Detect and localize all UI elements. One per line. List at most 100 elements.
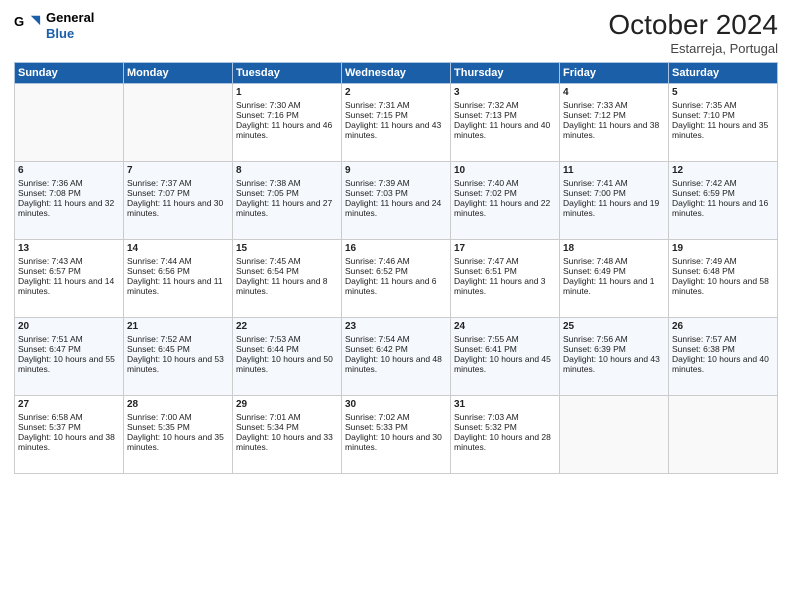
- sunset-text: Sunset: 6:39 PM: [563, 344, 665, 354]
- sunset-text: Sunset: 7:07 PM: [127, 188, 229, 198]
- sunset-text: Sunset: 7:12 PM: [563, 110, 665, 120]
- sunset-text: Sunset: 6:48 PM: [672, 266, 774, 276]
- day-number: 19: [672, 243, 774, 254]
- day-number: 22: [236, 321, 338, 332]
- daylight-text: Daylight: 11 hours and 22 minutes.: [454, 198, 556, 218]
- sunrise-text: Sunrise: 7:31 AM: [345, 100, 447, 110]
- day-number: 3: [454, 87, 556, 98]
- day-number: 4: [563, 87, 665, 98]
- sunset-text: Sunset: 6:54 PM: [236, 266, 338, 276]
- daylight-text: Daylight: 11 hours and 3 minutes.: [454, 276, 556, 296]
- col-wednesday: Wednesday: [342, 62, 451, 83]
- sunset-text: Sunset: 7:15 PM: [345, 110, 447, 120]
- calendar-cell: 1Sunrise: 7:30 AMSunset: 7:16 PMDaylight…: [233, 83, 342, 161]
- daylight-text: Daylight: 10 hours and 40 minutes.: [672, 354, 774, 374]
- calendar-cell: 8Sunrise: 7:38 AMSunset: 7:05 PMDaylight…: [233, 161, 342, 239]
- sunrise-text: Sunrise: 7:55 AM: [454, 334, 556, 344]
- calendar-cell: 5Sunrise: 7:35 AMSunset: 7:10 PMDaylight…: [669, 83, 778, 161]
- calendar-cell: 20Sunrise: 7:51 AMSunset: 6:47 PMDayligh…: [15, 317, 124, 395]
- day-number: 18: [563, 243, 665, 254]
- sunset-text: Sunset: 5:35 PM: [127, 422, 229, 432]
- daylight-text: Daylight: 10 hours and 50 minutes.: [236, 354, 338, 374]
- calendar-cell: 4Sunrise: 7:33 AMSunset: 7:12 PMDaylight…: [560, 83, 669, 161]
- header: G General Blue October 2024 Estarreja, P…: [14, 10, 778, 56]
- daylight-text: Daylight: 10 hours and 48 minutes.: [345, 354, 447, 374]
- col-friday: Friday: [560, 62, 669, 83]
- day-number: 8: [236, 165, 338, 176]
- calendar-cell: 16Sunrise: 7:46 AMSunset: 6:52 PMDayligh…: [342, 239, 451, 317]
- sunset-text: Sunset: 5:33 PM: [345, 422, 447, 432]
- day-number: 9: [345, 165, 447, 176]
- sunrise-text: Sunrise: 7:36 AM: [18, 178, 120, 188]
- calendar-cell: [124, 83, 233, 161]
- page: G General Blue October 2024 Estarreja, P…: [0, 0, 792, 612]
- calendar-cell: 15Sunrise: 7:45 AMSunset: 6:54 PMDayligh…: [233, 239, 342, 317]
- sunrise-text: Sunrise: 7:37 AM: [127, 178, 229, 188]
- sunrise-text: Sunrise: 7:45 AM: [236, 256, 338, 266]
- sunrise-text: Sunrise: 7:56 AM: [563, 334, 665, 344]
- calendar-cell: 7 Sunrise: 7:37 AMSunset: 7:07 PMDaylight…: [124, 161, 233, 239]
- daylight-text: Daylight: 10 hours and 43 minutes.: [563, 354, 665, 374]
- sunrise-text: Sunrise: 7:42 AM: [672, 178, 774, 188]
- daylight-text: Daylight: 10 hours and 58 minutes.: [672, 276, 774, 296]
- day-number: 14: [127, 243, 229, 254]
- col-saturday: Saturday: [669, 62, 778, 83]
- daylight-text: Daylight: 11 hours and 30 minutes.: [127, 198, 229, 218]
- calendar-cell: [669, 395, 778, 473]
- svg-text:G: G: [14, 14, 24, 29]
- daylight-text: Daylight: 11 hours and 43 minutes.: [345, 120, 447, 140]
- day-number: 28: [127, 399, 229, 410]
- day-number: 21: [127, 321, 229, 332]
- header-row: Sunday Monday Tuesday Wednesday Thursday…: [15, 62, 778, 83]
- sunrise-text: Sunrise: 7:33 AM: [563, 100, 665, 110]
- day-number: 31: [454, 399, 556, 410]
- sunrise-text: Sunrise: 7:54 AM: [345, 334, 447, 344]
- day-number: 16: [345, 243, 447, 254]
- sunset-text: Sunset: 6:52 PM: [345, 266, 447, 276]
- month-year-title: October 2024: [608, 10, 778, 41]
- sunset-text: Sunset: 7:13 PM: [454, 110, 556, 120]
- logo: G General Blue: [14, 10, 94, 41]
- daylight-text: Daylight: 11 hours and 6 minutes.: [345, 276, 447, 296]
- col-thursday: Thursday: [451, 62, 560, 83]
- daylight-text: Daylight: 11 hours and 1 minute.: [563, 276, 665, 296]
- calendar-cell: 25 Sunrise: 7:56 AMSunset: 6:39 PMDayligh…: [560, 317, 669, 395]
- daylight-text: Daylight: 11 hours and 40 minutes.: [454, 120, 556, 140]
- sunset-text: Sunset: 6:38 PM: [672, 344, 774, 354]
- sunrise-text: Sunrise: 7:35 AM: [672, 100, 774, 110]
- calendar-cell: 30Sunrise: 7:02 AMSunset: 5:33 PMDayligh…: [342, 395, 451, 473]
- sunset-text: Sunset: 6:57 PM: [18, 266, 120, 276]
- calendar-cell: 12Sunrise: 7:42 AMSunset: 6:59 PMDayligh…: [669, 161, 778, 239]
- calendar-cell: 21Sunrise: 7:52 AMSunset: 6:45 PMDayligh…: [124, 317, 233, 395]
- calendar-cell: 3Sunrise: 7:32 AMSunset: 7:13 PMDaylight…: [451, 83, 560, 161]
- day-number: 11: [563, 165, 665, 176]
- calendar-cell: 11Sunrise: 7:41 AMSunset: 7:00 PMDayligh…: [560, 161, 669, 239]
- day-number: 1: [236, 87, 338, 98]
- calendar-cell: 27Sunrise: 6:58 AMSunset: 5:37 PMDayligh…: [15, 395, 124, 473]
- sunset-text: Sunset: 6:44 PM: [236, 344, 338, 354]
- calendar-cell: 24Sunrise: 7:55 AMSunset: 6:41 PMDayligh…: [451, 317, 560, 395]
- sunrise-text: Sunrise: 7:57 AM: [672, 334, 774, 344]
- sunrise-text: Sunrise: 7:41 AM: [563, 178, 665, 188]
- day-number: 6: [18, 165, 120, 176]
- calendar-week-3: 13Sunrise: 7:43 AMSunset: 6:57 PMDayligh…: [15, 239, 778, 317]
- calendar-cell: 29Sunrise: 7:01 AMSunset: 5:34 PMDayligh…: [233, 395, 342, 473]
- calendar-cell: 13Sunrise: 7:43 AMSunset: 6:57 PMDayligh…: [15, 239, 124, 317]
- sunset-text: Sunset: 6:59 PM: [672, 188, 774, 198]
- sunrise-text: Sunrise: 7:52 AM: [127, 334, 229, 344]
- sunset-text: Sunset: 5:32 PM: [454, 422, 556, 432]
- day-number: 7: [127, 165, 229, 176]
- calendar-cell: 28Sunrise: 7:00 AMSunset: 5:35 PMDayligh…: [124, 395, 233, 473]
- daylight-text: Daylight: 11 hours and 11 minutes.: [127, 276, 229, 296]
- day-number: 12: [672, 165, 774, 176]
- day-number: 25: [563, 321, 665, 332]
- calendar-cell: 19Sunrise: 7:49 AMSunset: 6:48 PMDayligh…: [669, 239, 778, 317]
- sunrise-text: Sunrise: 7:39 AM: [345, 178, 447, 188]
- sunrise-text: Sunrise: 7:43 AM: [18, 256, 120, 266]
- daylight-text: Daylight: 11 hours and 19 minutes.: [563, 198, 665, 218]
- daylight-text: Daylight: 10 hours and 33 minutes.: [236, 432, 338, 452]
- calendar-cell: 18Sunrise: 7:48 AMSunset: 6:49 PMDayligh…: [560, 239, 669, 317]
- calendar-cell: 6Sunrise: 7:36 AMSunset: 7:08 PMDaylight…: [15, 161, 124, 239]
- sunset-text: Sunset: 6:51 PM: [454, 266, 556, 276]
- col-monday: Monday: [124, 62, 233, 83]
